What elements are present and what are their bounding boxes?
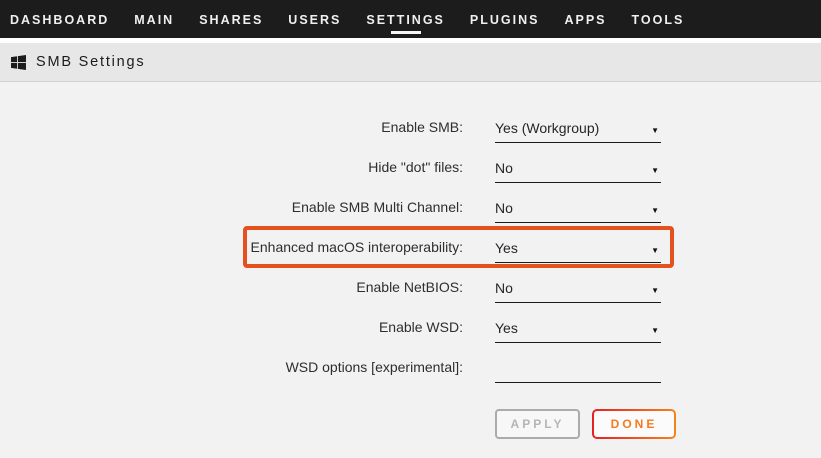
smb-settings-form: Enable SMB: Yes (Workgroup) ▼ Hide "dot"…: [0, 82, 821, 458]
field-label: Enable WSD:: [0, 319, 463, 343]
field-label: WSD options [experimental]:: [0, 359, 463, 383]
field-label: Enable SMB Multi Channel:: [0, 199, 463, 223]
caret-down-icon: ▼: [651, 245, 661, 256]
form-row-hide-dot-files: Hide "dot" files: No ▼: [0, 143, 821, 183]
top-nav: DASHBOARD MAIN SHARES USERS SETTINGS PLU…: [0, 0, 821, 38]
enable-smb-select[interactable]: Yes (Workgroup) ▼: [495, 121, 661, 143]
caret-down-icon: ▼: [651, 165, 661, 176]
nav-item-dashboard[interactable]: DASHBOARD: [10, 2, 109, 36]
apply-button[interactable]: APPLY: [495, 409, 580, 439]
selected-value: No: [495, 161, 513, 176]
form-row-enable-wsd: Enable WSD: Yes ▼: [0, 303, 821, 343]
form-row-enable-netbios: Enable NetBIOS: No ▼: [0, 263, 821, 303]
field-label: Enable SMB:: [0, 119, 463, 143]
windows-logo-icon: [11, 55, 26, 70]
done-button[interactable]: DONE: [592, 409, 676, 439]
smb-multi-channel-select[interactable]: No ▼: [495, 201, 661, 223]
field-label: Hide "dot" files:: [0, 159, 463, 183]
enable-netbios-select[interactable]: No ▼: [495, 281, 661, 303]
form-row-enable-smb: Enable SMB: Yes (Workgroup) ▼: [0, 103, 821, 143]
selected-value: Yes: [495, 321, 518, 336]
field-label: Enable NetBIOS:: [0, 279, 463, 303]
nav-item-settings[interactable]: SETTINGS: [366, 2, 445, 36]
hide-dot-files-select[interactable]: No ▼: [495, 161, 661, 183]
nav-item-apps[interactable]: APPS: [564, 2, 606, 36]
caret-down-icon: ▼: [651, 125, 661, 136]
form-actions: APPLY DONE: [495, 409, 821, 439]
selected-value: Yes (Workgroup): [495, 121, 599, 136]
enhanced-macos-interoperability-select[interactable]: Yes ▼: [495, 241, 661, 263]
field-label: Enhanced macOS interoperability:: [0, 239, 463, 263]
selected-value: No: [495, 281, 513, 296]
caret-down-icon: ▼: [651, 285, 661, 296]
form-row-enhanced-macos-interoperability: Enhanced macOS interoperability: Yes ▼: [0, 223, 821, 263]
form-row-smb-multi-channel: Enable SMB Multi Channel: No ▼: [0, 183, 821, 223]
page-header: SMB Settings: [0, 43, 821, 82]
nav-item-plugins[interactable]: PLUGINS: [470, 2, 540, 36]
enable-wsd-select[interactable]: Yes ▼: [495, 321, 661, 343]
wsd-options-input[interactable]: [495, 359, 661, 383]
nav-item-tools[interactable]: TOOLS: [632, 2, 685, 36]
page-title: SMB Settings: [36, 54, 145, 70]
nav-item-main[interactable]: MAIN: [134, 2, 174, 36]
done-button-label: DONE: [594, 411, 674, 437]
nav-item-users[interactable]: USERS: [288, 2, 341, 36]
caret-down-icon: ▼: [651, 325, 661, 336]
caret-down-icon: ▼: [651, 205, 661, 216]
selected-value: Yes: [495, 241, 518, 256]
form-row-wsd-options: WSD options [experimental]:: [0, 343, 821, 383]
selected-value: No: [495, 201, 513, 216]
nav-item-shares[interactable]: SHARES: [199, 2, 263, 36]
